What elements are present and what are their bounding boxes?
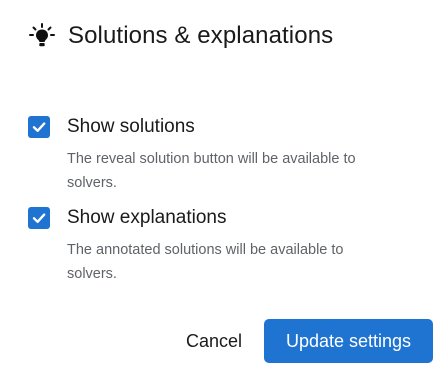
dialog-title: Solutions & explanations <box>68 22 334 49</box>
checkmark-icon <box>32 122 46 132</box>
show-solutions-checkbox[interactable] <box>28 116 50 138</box>
show-explanations-checkbox[interactable] <box>28 207 50 229</box>
lightbulb-icon <box>28 22 56 50</box>
option-row: Show explanations <box>28 206 397 230</box>
dialog-header: Solutions & explanations <box>28 20 333 52</box>
option-row: Show solutions <box>28 115 397 139</box>
show-solutions-description: The reveal solution button will be avail… <box>67 151 356 191</box>
show-solutions-label[interactable]: Show solutions <box>67 115 195 139</box>
update-settings-button[interactable]: Update settings <box>264 319 433 363</box>
cancel-button[interactable]: Cancel <box>186 331 242 352</box>
option-show-solutions: Show solutions The reveal solution butto… <box>28 115 397 195</box>
settings-dialog: Solutions & explanations Show solutions … <box>0 0 443 372</box>
show-explanations-label[interactable]: Show explanations <box>67 206 227 230</box>
checkmark-icon <box>32 213 46 223</box>
show-explanations-description: The annotated solutions will be availabl… <box>67 242 344 282</box>
dialog-footer: Cancel Update settings <box>186 319 433 363</box>
option-show-explanations: Show explanations The annotated solution… <box>28 206 397 286</box>
